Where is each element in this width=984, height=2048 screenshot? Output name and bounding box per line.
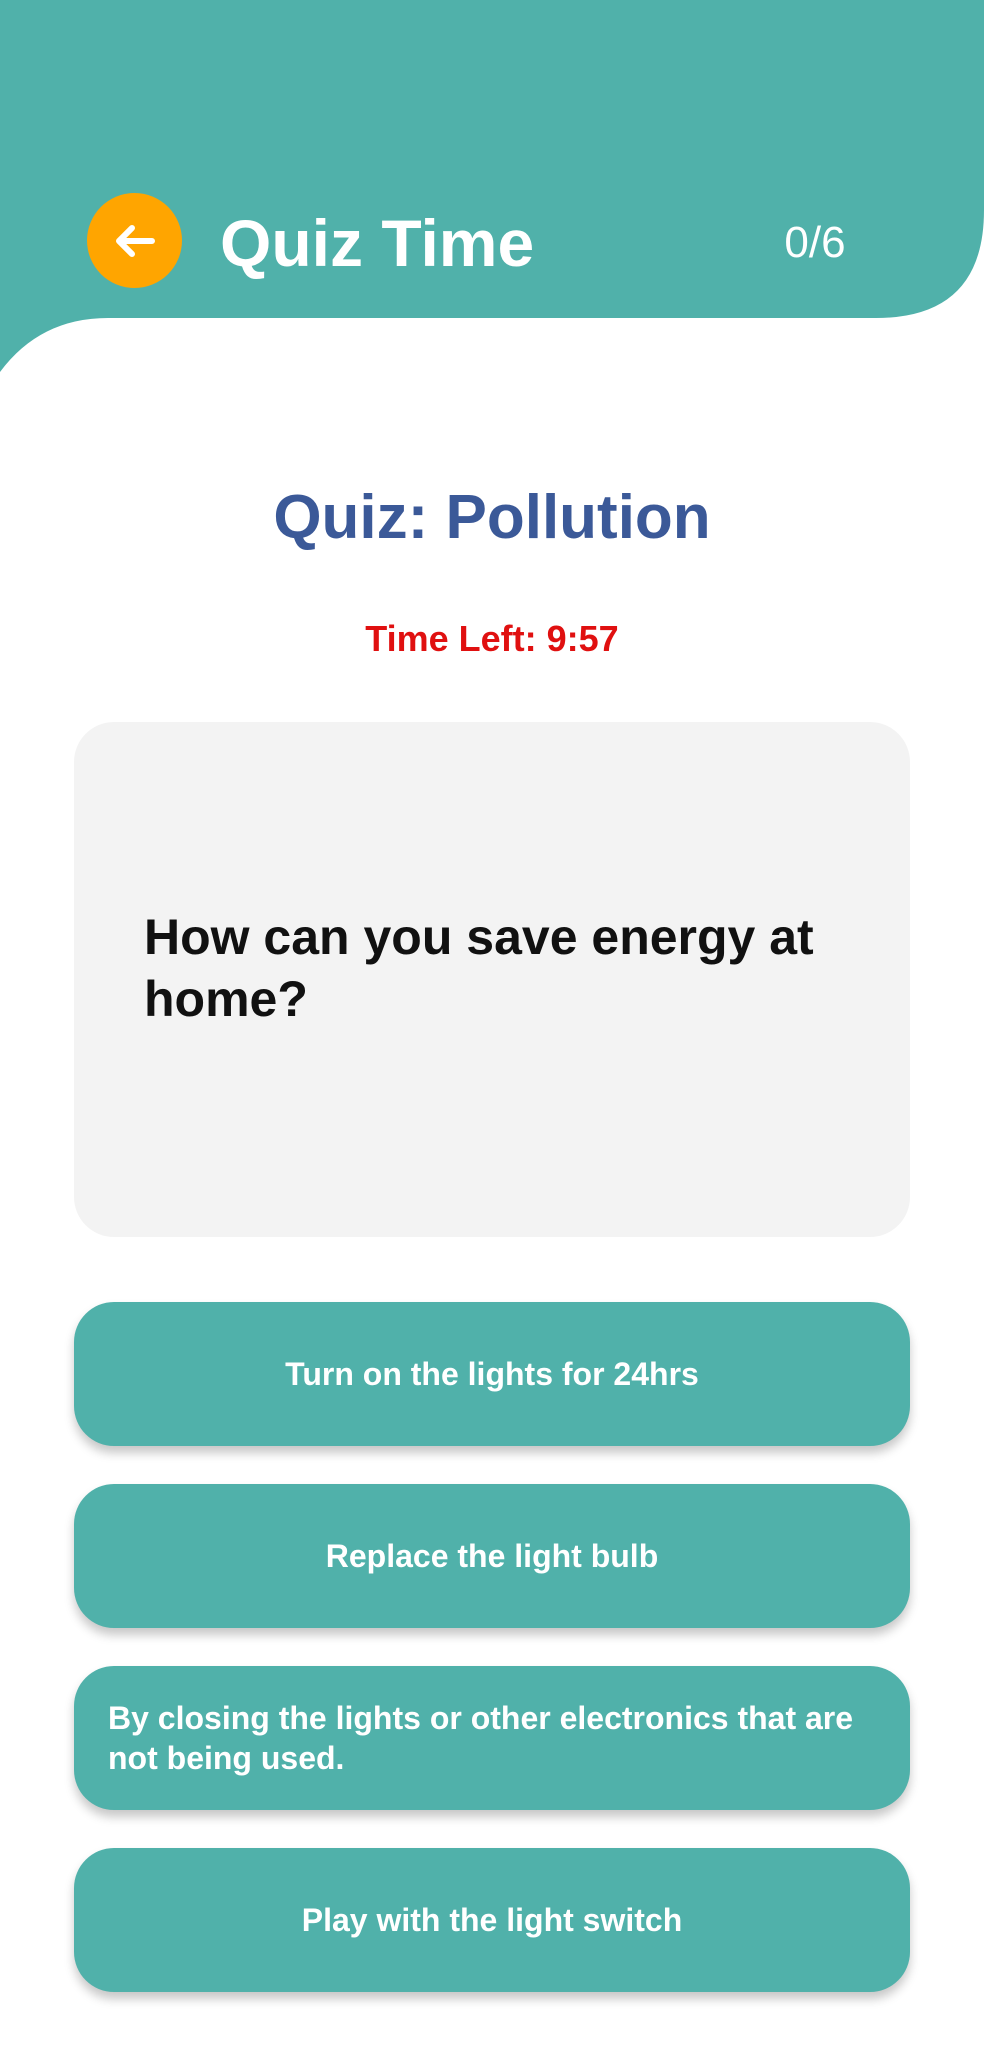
header-background xyxy=(0,0,984,372)
arrow-left-icon xyxy=(115,224,155,257)
quiz-title: Quiz: Pollution xyxy=(273,483,711,552)
answer-option-2[interactable]: Replace the light bulb xyxy=(74,1484,910,1628)
header-title: Quiz Time xyxy=(220,206,535,280)
progress-counter: 0/6 xyxy=(784,218,846,267)
answer-label: Replace the light bulb xyxy=(325,1538,659,1574)
answer-label: Play with the light switch xyxy=(301,1902,683,1938)
question-text: How can you save energy at home? xyxy=(144,908,814,1027)
answer-option-1[interactable]: Turn on the lights for 24hrs xyxy=(74,1302,910,1446)
answer-option-4[interactable]: Play with the light switch xyxy=(74,1848,910,1992)
question-card: How can you save energy at home? xyxy=(74,722,910,1237)
answer-option-3[interactable]: By closing the lights or other electroni… xyxy=(74,1666,910,1810)
answer-label: Turn on the lights for 24hrs xyxy=(285,1356,699,1392)
answer-list: Turn on the lights for 24hrs Replace the… xyxy=(74,1302,910,2030)
timer-label: Time Left: 9:57 xyxy=(365,618,619,659)
answer-label: By closing the lights or other electroni… xyxy=(108,1700,854,1776)
back-button[interactable] xyxy=(87,193,182,288)
